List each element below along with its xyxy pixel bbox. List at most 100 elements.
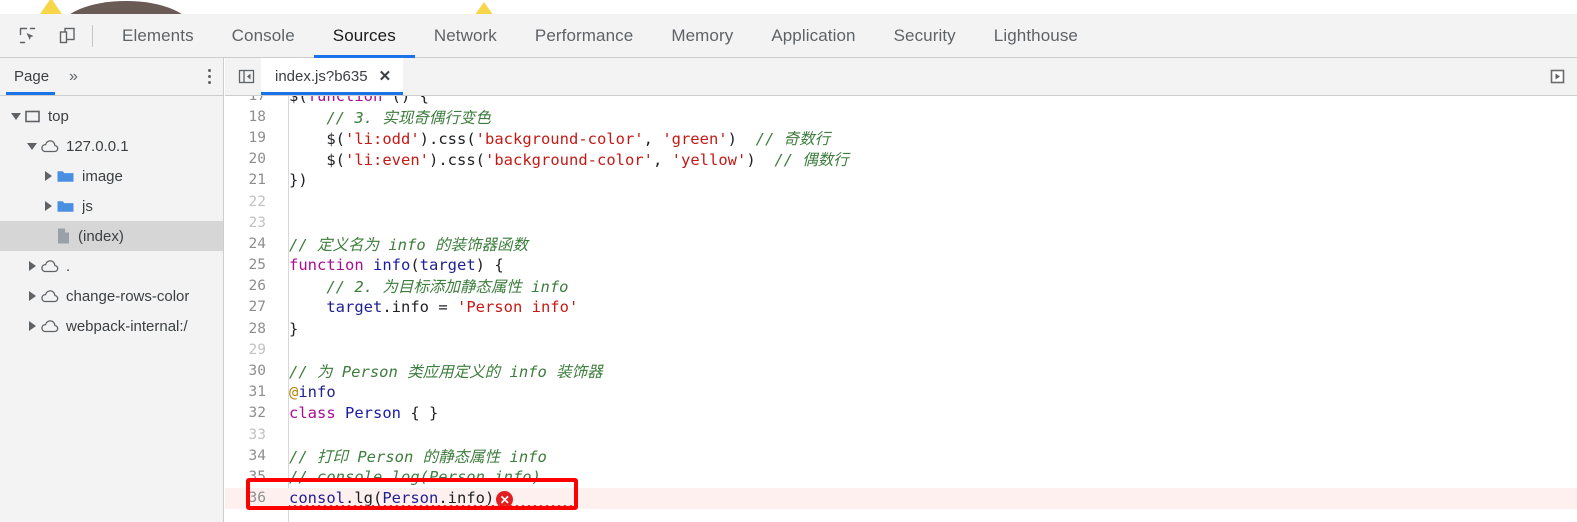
tab-performance[interactable]: Performance [516,14,652,58]
code-line[interactable]: 35 // console.log(Person.info) [225,466,1577,487]
more-tabs-chevron-icon[interactable]: » [61,68,86,85]
tab-memory[interactable]: Memory [652,14,752,58]
line-number[interactable]: 18 [225,109,277,125]
tab-elements[interactable]: Elements [103,14,213,58]
code-line[interactable]: 17$(function () { [225,96,1577,106]
code-line[interactable]: 36 consol.lg(Person.info) ✕ [225,487,1577,511]
code-text[interactable]: @info [277,383,336,401]
code-line[interactable]: 20 $('li:even').css('background-color', … [225,149,1577,170]
code-text[interactable]: // 2. 为目标添加静态属性 info [277,275,568,297]
tab-application[interactable]: Application [752,14,874,58]
line-number[interactable]: 24 [225,236,277,252]
line-number[interactable]: 30 [225,363,277,379]
code-text[interactable]: target.info = 'Person info' [277,298,578,316]
code-line[interactable]: 32 class Person { } [225,403,1577,424]
line-number[interactable]: 28 [225,321,277,337]
code-line[interactable]: 33 [225,424,1577,445]
code-line[interactable]: 22 [225,191,1577,212]
code-line[interactable]: 30 // 为 Person 类应用定义的 info 装饰器 [225,360,1577,381]
tab-console[interactable]: Console [213,14,314,58]
twisty-down-icon[interactable] [8,101,24,131]
line-number[interactable]: 27 [225,299,277,315]
tree-item-webpack-internal[interactable]: webpack-internal:/ [0,311,223,341]
tree-item-dot[interactable]: . [0,251,223,281]
code-text[interactable]: // 为 Person 类应用定义的 info 装饰器 [277,360,603,382]
code-line[interactable]: 29 [225,339,1577,360]
tree-item-change-rows-color[interactable]: change-rows-color [0,281,223,311]
show-navigator-button[interactable] [231,58,261,96]
show-debugger-button[interactable] [1543,63,1571,91]
line-number[interactable]: 17 [225,96,277,104]
tree-item-js[interactable]: js [0,191,223,221]
cloud-icon [40,259,59,274]
line-number[interactable]: 29 [225,342,277,358]
cloud-icon [40,139,59,154]
inspect-element-icon [19,27,35,44]
code-line[interactable]: 31 @info [225,382,1577,403]
code-text[interactable]: // 3. 实现奇偶行变色 [277,106,491,128]
tab-network[interactable]: Network [415,14,516,58]
code-text[interactable]: class Person { } [277,404,438,422]
twisty-right-icon[interactable] [24,281,40,311]
twisty-right-icon[interactable] [24,251,40,281]
line-number[interactable]: 23 [225,215,277,231]
code-line[interactable]: 23 [225,212,1577,233]
code-token: , [643,129,663,148]
code-text[interactable]: $('li:odd').css('background-color', 'gre… [277,127,830,149]
line-number[interactable]: 35 [225,469,277,485]
folder-icon [56,198,75,214]
code-line-list[interactable]: 17$(function () {18 // 3. 实现奇偶行变色19 $('l… [225,96,1577,511]
tab-security[interactable]: Security [875,14,975,58]
line-number[interactable]: 22 [225,194,277,210]
code-line[interactable]: 25 function info(target) { [225,255,1577,276]
code-line[interactable]: 27 target.info = 'Person info' [225,297,1577,318]
code-token: , [652,151,672,170]
navigator-file-tree[interactable]: top 127.0.0.1 image js (index) . change-… [0,96,224,522]
code-text[interactable]: consol.lg(Person.info) ✕ [277,489,575,511]
line-number[interactable]: 33 [225,427,277,443]
code-line[interactable]: 34 // 打印 Person 的静态属性 info [225,445,1577,466]
code-text[interactable]: // console.log(Person.info) [277,468,541,486]
line-number[interactable]: 26 [225,278,277,294]
tab-sources[interactable]: Sources [313,14,415,58]
code-line[interactable]: 19 $('li:odd').css('background-color', '… [225,127,1577,148]
tree-item-image[interactable]: image [0,161,223,191]
code-line[interactable]: 28} [225,318,1577,339]
code-text[interactable]: }) [277,171,308,189]
twisty-right-icon[interactable] [40,161,56,191]
tree-item-top[interactable]: top [0,101,223,131]
inspect-element-button[interactable] [10,21,44,51]
twisty-right-icon[interactable] [24,311,40,341]
code-line[interactable]: 26 // 2. 为目标添加静态属性 info [225,276,1577,297]
code-text[interactable]: // 打印 Person 的静态属性 info [277,445,547,467]
line-number[interactable]: 34 [225,448,277,464]
device-toolbar-button[interactable] [50,21,84,51]
navigator-tab-page[interactable]: Page [0,58,61,95]
close-icon[interactable]: ✕ [379,69,392,84]
code-token: function [308,96,383,105]
line-number[interactable]: 32 [225,405,277,421]
code-text[interactable]: $('li:even').css('background-color', 'ye… [277,148,849,170]
line-number[interactable]: 31 [225,384,277,400]
line-number[interactable]: 21 [225,172,277,188]
code-editor[interactable]: 17$(function () {18 // 3. 实现奇偶行变色19 $('l… [225,96,1577,522]
code-line[interactable]: 21}) [225,170,1577,191]
line-number[interactable]: 25 [225,257,277,273]
twisty-right-icon[interactable] [40,191,56,221]
code-line[interactable]: 18 // 3. 实现奇偶行变色 [225,106,1577,127]
tree-item-index[interactable]: (index) [0,221,223,251]
code-text[interactable]: $(function () { [277,96,429,105]
navigator-more-options-icon[interactable] [208,69,211,84]
device-toolbar-icon [59,27,75,44]
code-line[interactable]: 24 // 定义名为 info 的装饰器函数 [225,233,1577,254]
editor-tab-index-js[interactable]: index.js?b635 ✕ [261,58,404,95]
twisty-down-icon[interactable] [24,131,40,161]
line-number[interactable]: 19 [225,130,277,146]
code-text[interactable]: function info(target) { [277,256,504,274]
line-number[interactable]: 36 [225,490,277,506]
line-number[interactable]: 20 [225,151,277,167]
tree-item-127-0-0-1[interactable]: 127.0.0.1 [0,131,223,161]
code-text[interactable]: } [277,320,298,338]
code-text[interactable]: // 定义名为 info 的装饰器函数 [277,233,528,255]
tab-lighthouse[interactable]: Lighthouse [975,14,1097,58]
